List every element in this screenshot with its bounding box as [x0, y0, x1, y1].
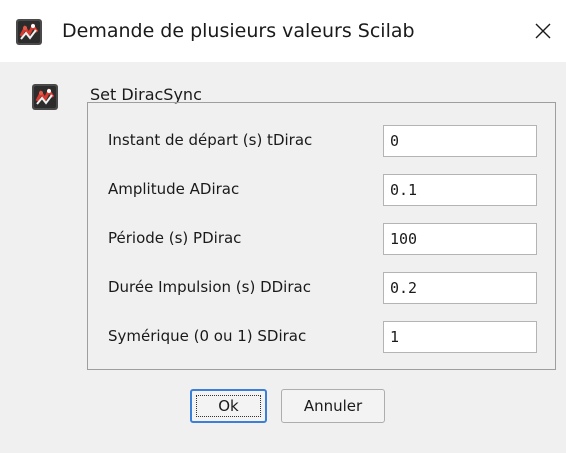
scilab-icon	[16, 19, 42, 45]
field-input-ddirac[interactable]	[383, 272, 537, 304]
field-label-tdirac: Instant de départ (s) tDirac	[108, 131, 313, 149]
field-input-tdirac[interactable]	[383, 125, 537, 157]
close-icon	[535, 23, 551, 39]
field-row-ddirac: Durée Impulsion (s) DDirac	[88, 272, 555, 304]
window-title: Demande de plusieurs valeurs Scilab	[62, 20, 415, 42]
title-bar: Demande de plusieurs valeurs Scilab	[0, 0, 566, 62]
field-row-pdirac: Période (s) PDirac	[88, 223, 555, 255]
field-row-sdirac: Symérique (0 ou 1) SDirac	[88, 321, 555, 353]
field-input-pdirac[interactable]	[383, 223, 537, 255]
field-input-adirac[interactable]	[383, 174, 537, 206]
field-label-adirac: Amplitude ADirac	[108, 180, 240, 198]
field-label-sdirac: Symérique (0 ou 1) SDirac	[108, 327, 307, 345]
field-label-pdirac: Période (s) PDirac	[108, 229, 242, 247]
ok-button-label: Ok	[218, 397, 239, 415]
parameters-group: Instant de départ (s) tDirac Amplitude A…	[87, 102, 556, 370]
field-input-sdirac[interactable]	[383, 321, 537, 353]
field-label-ddirac: Durée Impulsion (s) DDirac	[108, 278, 311, 296]
field-row-tdirac: Instant de départ (s) tDirac	[88, 125, 555, 157]
ok-button[interactable]: Ok	[190, 389, 267, 423]
dialog-content: Set DiracSync Instant de départ (s) tDir…	[0, 62, 566, 453]
close-button[interactable]	[526, 16, 560, 46]
field-row-adirac: Amplitude ADirac	[88, 174, 555, 206]
scilab-block-icon	[32, 84, 58, 110]
dialog-window: Demande de plusieurs valeurs Scilab Set …	[0, 0, 566, 453]
cancel-button[interactable]: Annuler	[281, 389, 385, 423]
